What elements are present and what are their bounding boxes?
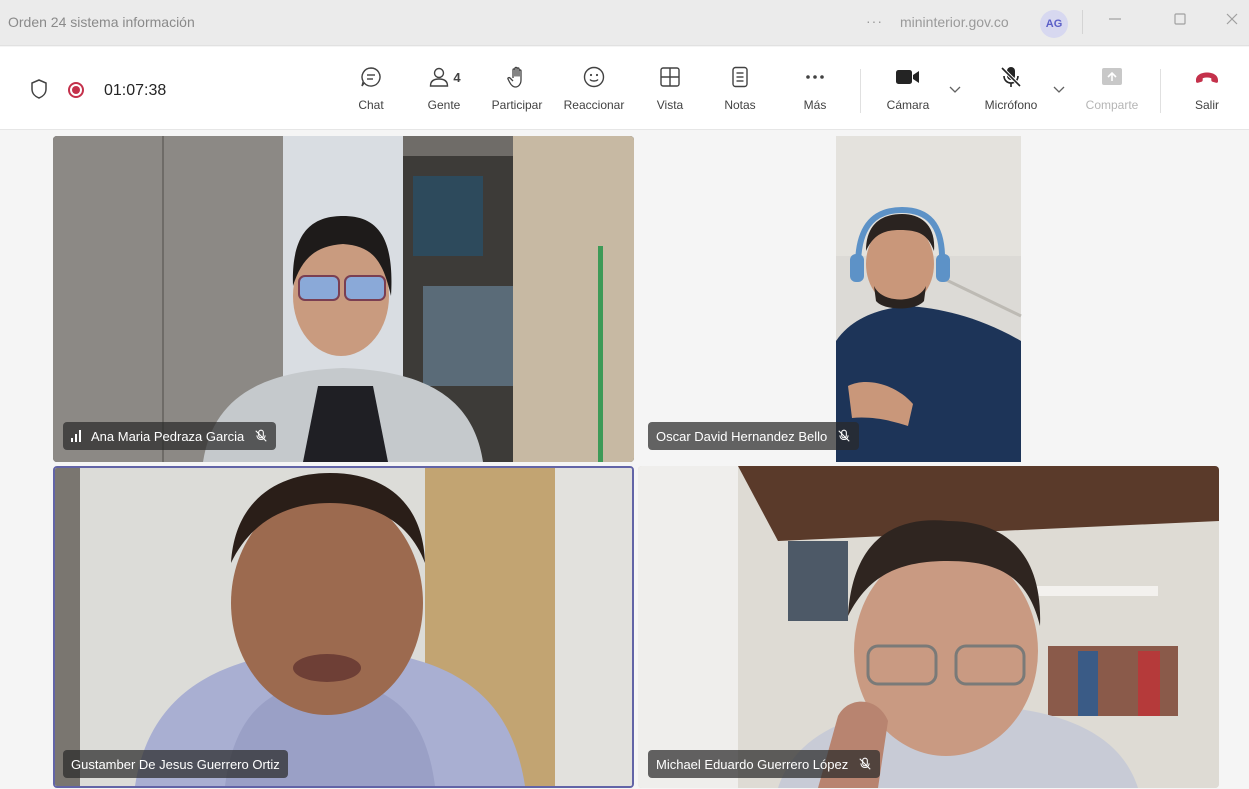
window-title: Orden 24 sistema información — [8, 14, 195, 30]
microphone-options-chevron-down-icon[interactable] — [1052, 83, 1066, 97]
share-button[interactable]: Comparte — [1082, 64, 1142, 118]
camera-button[interactable]: Cámara — [884, 64, 932, 118]
toolbar-divider — [1160, 69, 1161, 113]
more-icon — [802, 64, 828, 90]
participant-name-tag: Ana Maria Pedraza Garcia — [63, 422, 277, 450]
more-button[interactable]: Más — [802, 64, 828, 118]
camera-label: Cámara — [886, 98, 930, 112]
microphone-button[interactable]: Micrófono — [978, 64, 1044, 118]
shield-icon[interactable] — [30, 79, 48, 99]
people-label: Gente — [427, 98, 461, 112]
participant-name: Michael Eduardo Guerrero López — [656, 756, 849, 772]
title-bar: Orden 24 sistema información ··· mininte… — [0, 0, 1249, 46]
divider — [1082, 10, 1083, 34]
grid-view-icon — [657, 64, 683, 90]
share-screen-icon — [1099, 64, 1125, 90]
react-label: Reaccionar — [563, 98, 625, 112]
view-label: Vista — [656, 98, 684, 112]
hang-up-icon — [1194, 64, 1220, 90]
microphone-muted-icon — [859, 757, 871, 770]
video-feed-image — [53, 136, 634, 462]
maximize-button[interactable] — [1160, 6, 1200, 38]
camera-icon — [895, 64, 921, 90]
participant-name: Ana Maria Pedraza Garcia — [91, 428, 245, 444]
meeting-toolbar: 01:07:38 Chat 4 Gente Participar Reaccio… — [0, 47, 1249, 130]
avatar[interactable]: AG — [1040, 10, 1068, 38]
microphone-muted-icon — [838, 429, 850, 442]
close-icon — [1226, 13, 1238, 25]
more-label: Más — [803, 98, 827, 112]
minimize-icon — [1109, 18, 1121, 20]
share-label: Comparte — [1085, 98, 1139, 112]
participant-video-tile[interactable]: Oscar David Hernandez Bello — [638, 136, 1219, 462]
notes-label: Notas — [724, 98, 756, 112]
signal-strength-icon — [71, 430, 81, 442]
close-button[interactable] — [1212, 6, 1249, 38]
meeting-timer: 01:07:38 — [104, 82, 167, 99]
participant-video-tile[interactable]: Ana Maria Pedraza Garcia — [53, 136, 634, 462]
participant-name: Gustamber De Jesus Guerrero Ortiz — [71, 756, 280, 772]
video-stage: Ana Maria Pedraza Garcia Oscar David Her… — [0, 131, 1249, 789]
minimize-button[interactable] — [1095, 6, 1135, 38]
organization-domain: mininterior.gov.co — [900, 14, 1009, 30]
smiley-icon — [581, 64, 607, 90]
video-feed-image — [55, 468, 632, 786]
chat-button[interactable]: Chat — [356, 64, 386, 118]
microphone-label: Micrófono — [984, 98, 1038, 112]
camera-options-chevron-down-icon[interactable] — [948, 83, 962, 97]
raise-hand-icon — [504, 64, 530, 90]
participant-name-tag: Michael Eduardo Guerrero López — [648, 750, 881, 778]
toolbar-divider — [860, 69, 861, 113]
participant-video-tile[interactable]: Michael Eduardo Guerrero López — [638, 466, 1219, 788]
participant-name-tag: Oscar David Hernandez Bello — [648, 422, 860, 450]
maximize-icon — [1174, 13, 1186, 25]
video-feed-image — [638, 466, 1219, 788]
people-icon: 4 — [422, 64, 466, 90]
microphone-muted-icon — [998, 64, 1024, 90]
people-count-badge: 4 — [453, 69, 461, 85]
microphone-muted-icon — [255, 429, 267, 442]
raise-hand-label: Participar — [491, 98, 543, 112]
recording-indicator-icon — [68, 82, 84, 98]
raise-hand-button[interactable]: Participar — [488, 64, 546, 118]
notes-icon — [727, 64, 753, 90]
people-button[interactable]: 4 Gente — [422, 64, 466, 118]
more-options-icon[interactable]: ··· — [866, 13, 883, 29]
view-button[interactable]: Vista — [655, 64, 685, 118]
notes-button[interactable]: Notas — [722, 64, 758, 118]
participant-name-tag: Gustamber De Jesus Guerrero Ortiz — [63, 750, 288, 778]
participant-video-tile-active[interactable]: Gustamber De Jesus Guerrero Ortiz — [53, 466, 634, 788]
leave-button[interactable]: Salir — [1190, 64, 1224, 118]
video-feed-image — [836, 136, 1022, 462]
chat-icon — [358, 64, 384, 90]
participant-name: Oscar David Hernandez Bello — [656, 428, 828, 444]
react-button[interactable]: Reaccionar — [560, 64, 628, 118]
leave-label: Salir — [1194, 98, 1219, 112]
chat-label: Chat — [358, 98, 384, 112]
